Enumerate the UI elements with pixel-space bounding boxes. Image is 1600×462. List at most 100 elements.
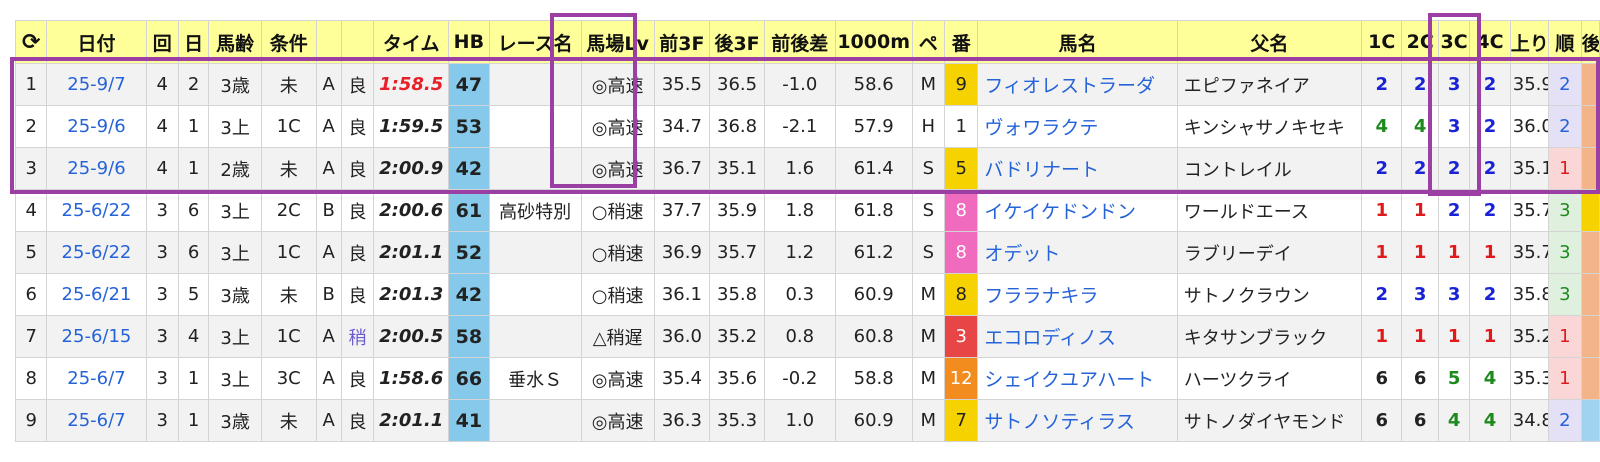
pace: H bbox=[911, 105, 946, 148]
age: 3上 bbox=[208, 231, 262, 274]
corner-1: 1 bbox=[1360, 189, 1403, 232]
gate-number: 7 bbox=[943, 399, 979, 442]
kai: 3 bbox=[145, 399, 179, 442]
corner-1: 6 bbox=[1360, 357, 1403, 400]
horse-name-link[interactable]: サトノソティラス bbox=[977, 399, 1178, 442]
col-hb[interactable]: HB bbox=[448, 20, 490, 64]
date-link[interactable]: 25-6/22 bbox=[46, 231, 147, 274]
col-kai[interactable]: 回 bbox=[145, 20, 179, 64]
col-sire[interactable]: 父名 bbox=[1176, 20, 1362, 64]
table-row[interactable]: 6 25-6/21 3 5 3歳未 B 良 2:01.3 42 ○稍速 36.1 35.8 0.3 60.… bbox=[15, 273, 1600, 316]
corner-3: 4 bbox=[1437, 399, 1471, 442]
gate-number: 8 bbox=[943, 273, 979, 316]
col-number[interactable]: 番 bbox=[943, 20, 979, 64]
horse-name-link[interactable]: フララナキラ bbox=[977, 273, 1178, 316]
race-time: 1:58.5 bbox=[373, 63, 450, 106]
table-row[interactable]: 8 25-6/7 3 1 3上 3C A 良 1:58.6 66 垂水Ｓ ◎高速 35.4 35.6 -0.… bbox=[15, 357, 1600, 400]
col-grade[interactable] bbox=[315, 20, 342, 64]
corner-2: 1 bbox=[1401, 189, 1439, 232]
table-row[interactable]: 7 25-6/15 3 4 3上 1C A 稍 2:00.5 58 △稍遅 36.0 35.2 0.8 60… bbox=[15, 315, 1600, 358]
kai: 3 bbox=[145, 189, 179, 232]
table-row[interactable]: 9 25-6/7 3 1 3歳未 A 良 2:01.1 41 ◎高速 36.3 35.3 1.0 60.9… bbox=[15, 399, 1600, 442]
row-number: 2 bbox=[15, 105, 48, 148]
col-3c[interactable]: 3C bbox=[1437, 20, 1471, 64]
date-link[interactable]: 25-6/15 bbox=[46, 315, 147, 358]
col-4c[interactable]: 4C bbox=[1469, 20, 1511, 64]
corner-4: 2 bbox=[1469, 189, 1511, 232]
col-track[interactable] bbox=[340, 20, 375, 64]
date-link[interactable]: 25-6/7 bbox=[46, 399, 147, 442]
age: 3上 bbox=[208, 189, 262, 232]
horse-name-link[interactable]: バドリナート bbox=[977, 147, 1178, 190]
hb-score: 47 bbox=[448, 63, 490, 106]
race-name bbox=[488, 399, 582, 442]
age: 3歳 bbox=[208, 63, 262, 106]
col-condition[interactable]: 条件 bbox=[260, 20, 317, 64]
date-link[interactable]: 25-6/7 bbox=[46, 357, 147, 400]
corner-1: 2 bbox=[1360, 63, 1403, 106]
horse-name-link[interactable]: オデット bbox=[977, 231, 1178, 274]
day: 4 bbox=[177, 315, 210, 358]
col-pace[interactable]: ペ bbox=[911, 20, 946, 64]
corner-4: 2 bbox=[1469, 105, 1511, 148]
col-time[interactable]: タイム bbox=[373, 20, 450, 64]
date-link[interactable]: 25-6/22 bbox=[46, 189, 147, 232]
col-day[interactable]: 日 bbox=[177, 20, 210, 64]
corner-1: 1 bbox=[1360, 315, 1403, 358]
col-rank[interactable]: 順 bbox=[1548, 20, 1582, 64]
col-track-level[interactable]: 馬場Lv bbox=[580, 20, 655, 64]
gate-number: 1 bbox=[943, 105, 979, 148]
col-horse-name[interactable]: 馬名 bbox=[977, 20, 1178, 64]
col-race-name[interactable]: レース名 bbox=[488, 20, 582, 64]
col-date[interactable]: 日付 bbox=[46, 20, 147, 64]
date-link[interactable]: 25-9/6 bbox=[46, 147, 147, 190]
day: 2 bbox=[177, 63, 210, 106]
reload-icon[interactable]: ⟳ bbox=[15, 20, 48, 64]
col-cut[interactable]: 後 bbox=[1580, 20, 1600, 64]
finish-rank: 3 bbox=[1548, 231, 1582, 274]
horse-name-link[interactable]: ヴォワラクテ bbox=[977, 105, 1178, 148]
diff: 1.2 bbox=[763, 231, 836, 274]
corner-4: 4 bbox=[1469, 357, 1511, 400]
last-3f: 35.7 bbox=[709, 231, 765, 274]
finish-rank: 2 bbox=[1548, 63, 1582, 106]
col-1000m[interactable]: 1000m bbox=[834, 20, 913, 64]
track-level: ◎高速 bbox=[580, 63, 655, 106]
agari: 35.1 bbox=[1509, 147, 1550, 190]
horse-name-link[interactable]: フィオレストラーダ bbox=[977, 63, 1178, 106]
col-1c[interactable]: 1C bbox=[1360, 20, 1403, 64]
date-link[interactable]: 25-9/7 bbox=[46, 63, 147, 106]
col-agari[interactable]: 上り bbox=[1509, 20, 1550, 64]
horse-name-link[interactable]: イケイケドンドン bbox=[977, 189, 1178, 232]
col-diff[interactable]: 前後差 bbox=[763, 20, 836, 64]
hb-score: 41 bbox=[448, 399, 490, 442]
horse-name-link[interactable]: エコロディノス bbox=[977, 315, 1178, 358]
col-last-3f[interactable]: 後3F bbox=[709, 20, 765, 64]
table-row[interactable]: 5 25-6/22 3 6 3上 1C A 良 2:01.1 52 ○稍速 36.9 35.7 1.2 61… bbox=[15, 231, 1600, 274]
last-3f: 36.5 bbox=[709, 63, 765, 106]
last-3f: 35.3 bbox=[709, 399, 765, 442]
condition: 未 bbox=[260, 147, 317, 190]
col-2c[interactable]: 2C bbox=[1401, 20, 1439, 64]
table-row[interactable]: 3 25-9/6 4 1 2歳未 A 良 2:00.9 42 ◎高速 36.7 35.1 1.6 61.4… bbox=[15, 147, 1600, 190]
diff: -0.2 bbox=[763, 357, 836, 400]
date-link[interactable]: 25-6/21 bbox=[46, 273, 147, 316]
col-age[interactable]: 馬齢 bbox=[208, 20, 262, 64]
diff: 0.3 bbox=[763, 273, 836, 316]
corner-2: 1 bbox=[1401, 231, 1439, 274]
date-link[interactable]: 25-9/6 bbox=[46, 105, 147, 148]
corner-4: 2 bbox=[1469, 273, 1511, 316]
1000m: 61.2 bbox=[834, 231, 913, 274]
hb-score: 52 bbox=[448, 231, 490, 274]
diff: -1.0 bbox=[763, 63, 836, 106]
kai: 4 bbox=[145, 63, 179, 106]
table-row[interactable]: 1 25-9/7 4 2 3歳未 A 良 1:58.5 47 ◎高速 35.5 36.5 -1.0 58.… bbox=[15, 63, 1600, 106]
col-first-3f[interactable]: 前3F bbox=[653, 20, 711, 64]
table-row[interactable]: 4 25-6/22 3 6 3上 2C B 良 2:00.6 61 高砂特別 ○稍速 37.7 35.9 1… bbox=[15, 189, 1600, 232]
table-row[interactable]: 2 25-9/6 4 1 3上 1C A 良 1:59.5 53 ◎高速 34.7 36.8 -2.1 57… bbox=[15, 105, 1600, 148]
horse-name-link[interactable]: シェイクユアハート bbox=[977, 357, 1178, 400]
corner-2: 2 bbox=[1401, 147, 1439, 190]
corner-2: 1 bbox=[1401, 315, 1439, 358]
race-name bbox=[488, 273, 582, 316]
row-number: 3 bbox=[15, 147, 48, 190]
